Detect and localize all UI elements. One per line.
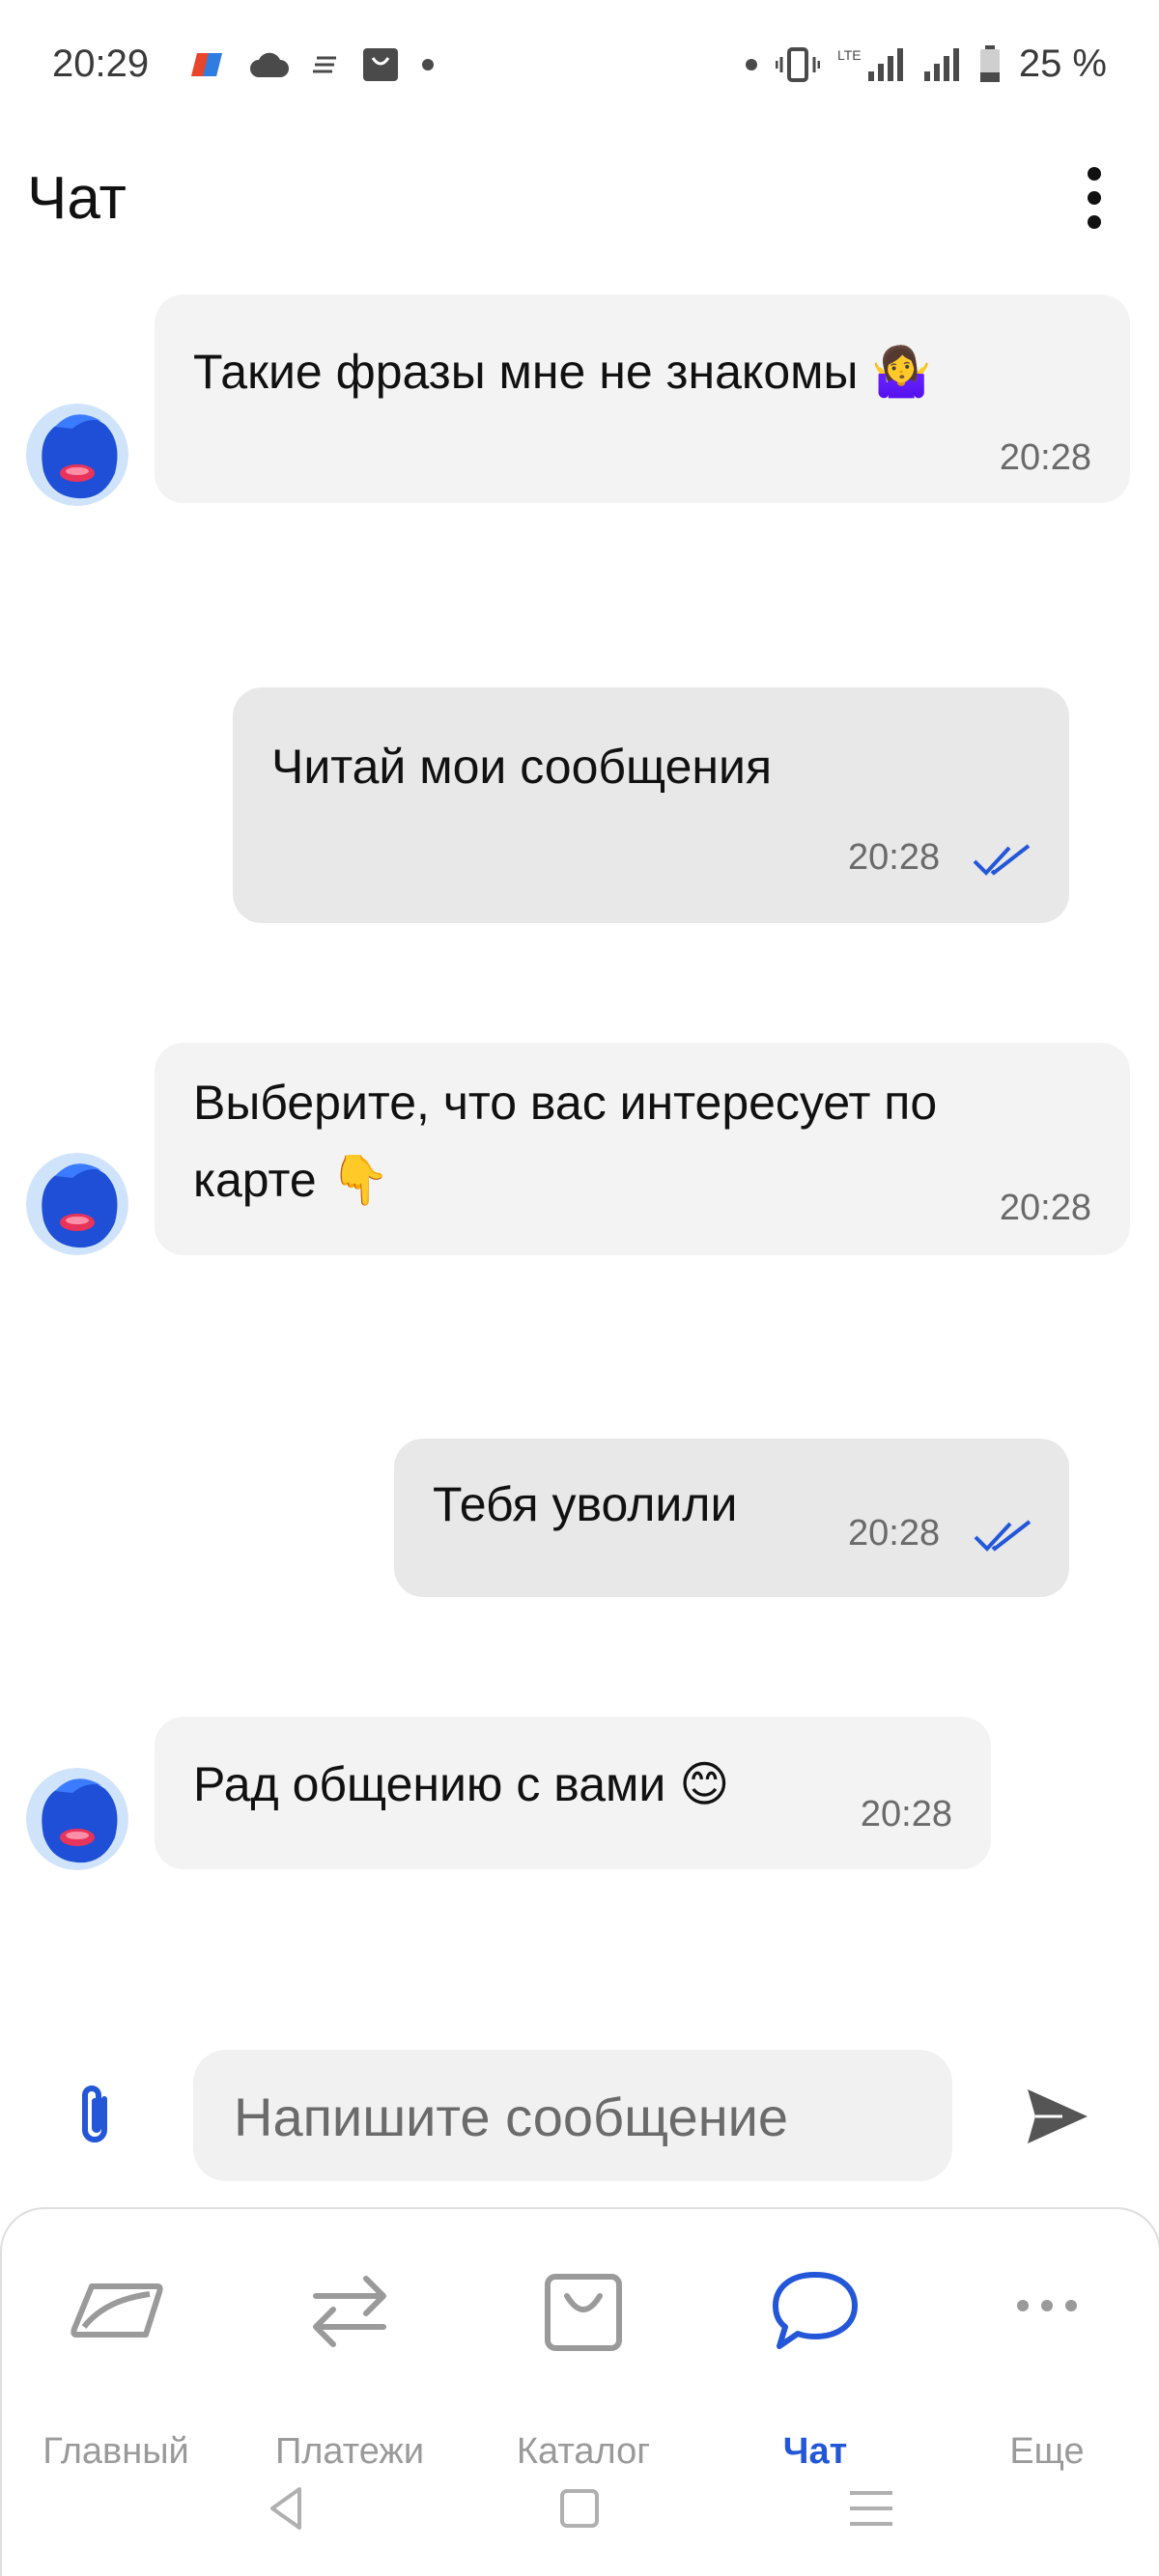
nav-item-home[interactable]: Главный (10, 2267, 222, 2472)
battery-icon (979, 44, 1000, 82)
send-icon[interactable] (1024, 2086, 1091, 2147)
nav-item-payments[interactable]: Платежи (243, 2267, 456, 2472)
status-bar: 20:29 LTE 25 % (0, 0, 1159, 135)
bag-icon (363, 48, 398, 81)
status-time: 20:29 (52, 42, 150, 85)
message-text: Такие фразы мне не знакомы 🤷‍♀️ (193, 345, 932, 399)
status-icons-left (189, 46, 435, 83)
battery-percent: 25 % (1018, 42, 1107, 85)
transfer-arrows-icon (313, 2276, 386, 2347)
nav-label: Чат (782, 2431, 848, 2472)
message-text: Тебя уволили (433, 1477, 738, 1531)
nav-label: Платежи (274, 2431, 425, 2472)
message-text-line2: карте 👇 (193, 1153, 390, 1207)
page-title: Чат (27, 165, 127, 232)
nav-label: Главный (42, 2431, 189, 2472)
message-text-line1: Выберите, что вас интересует по (193, 1076, 938, 1130)
signal-icon (923, 47, 959, 81)
cloud-icon (250, 52, 289, 77)
message-time: 20:28 (848, 837, 941, 878)
chat-bubble-icon (773, 2272, 858, 2349)
svg-text:LTE: LTE (837, 47, 862, 63)
message-time: 20:28 (860, 1794, 952, 1834)
dot-icon (422, 59, 434, 70)
message-bubble[interactable]: Рад общению с вами 😊 20:28 (155, 1717, 991, 1869)
bot-avatar (26, 404, 128, 506)
vibrate-icon (775, 46, 820, 82)
chat-header: Чат (0, 154, 1159, 251)
message-time: 20:28 (999, 1188, 1091, 1228)
message-bubble[interactable]: Читай мои сообщения 20:28 (233, 687, 1069, 923)
back-icon[interactable] (259, 2479, 317, 2537)
double-check-icon (974, 1520, 1032, 1552)
nav-label: Еще (1009, 2431, 1085, 2472)
home-square-icon[interactable] (551, 2479, 608, 2537)
message-bubble[interactable]: Тебя уволили 20:28 (394, 1439, 1069, 1597)
double-check-icon (973, 844, 1031, 876)
message-time: 20:28 (999, 437, 1091, 478)
bot-avatar (26, 1153, 128, 1255)
recents-menu-icon[interactable] (842, 2479, 900, 2537)
nav-label: Каталог (516, 2431, 651, 2472)
notes-icon (313, 56, 336, 73)
bot-avatar (26, 1768, 128, 1870)
message-bubble[interactable]: Такие фразы мне не знакомы 🤷‍♀️ 20:28 (155, 294, 1130, 503)
message-text: Читай мои сообщения (271, 740, 773, 794)
message-bubble[interactable]: Выберите, что вас интересует по карте 👇 … (155, 1043, 1130, 1255)
dot-icon (745, 58, 757, 70)
message-time: 20:28 (848, 1513, 941, 1554)
shopping-bag-icon (545, 2274, 622, 2351)
message-input[interactable] (232, 2050, 931, 2183)
nav-item-chat[interactable]: Чат (709, 2267, 921, 2472)
message-input-box[interactable] (193, 2050, 952, 2183)
message-text: Рад общению с вами 😊 (193, 1757, 730, 1811)
app-logo-icon (191, 53, 222, 76)
nav-item-more[interactable]: Еще (941, 2267, 1153, 2472)
paperclip-icon[interactable] (70, 2082, 124, 2149)
more-horizontal-icon (1017, 2300, 1077, 2311)
home-card-icon (71, 2283, 163, 2338)
more-vertical-icon[interactable] (1080, 164, 1109, 232)
status-icons-right: LTE 25 % (745, 42, 1107, 86)
lte-signal-icon: LTE (837, 47, 903, 81)
nav-item-catalog[interactable]: Каталог (477, 2267, 690, 2472)
